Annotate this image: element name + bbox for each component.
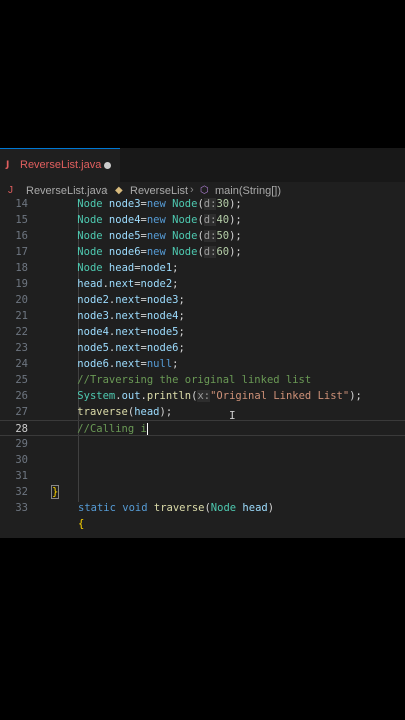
line-text: node5.next=node6; bbox=[77, 342, 185, 354]
line-number: 31 bbox=[15, 470, 28, 482]
code-line: 32 } bbox=[0, 484, 405, 500]
line-number: 17 bbox=[15, 246, 28, 258]
line-text: { bbox=[78, 518, 85, 530]
chevron-right-icon: › bbox=[190, 184, 194, 196]
line-text: traverse(head); bbox=[77, 406, 173, 418]
line-number: 21 bbox=[15, 310, 28, 322]
line-text: node4.next=node5; bbox=[77, 326, 185, 338]
line-text: Node head=node1; bbox=[77, 262, 179, 274]
line-number: 20 bbox=[15, 294, 28, 306]
line-text: static void traverse(Node head) bbox=[78, 502, 275, 514]
code-line: 16 Node node5=new Node(d:50); bbox=[0, 228, 405, 244]
method-icon: ⬡ bbox=[200, 185, 209, 196]
code-line: 19 head.next=node2; bbox=[0, 276, 405, 292]
code-line: 25 //Traversing the original linked list bbox=[0, 372, 405, 388]
code-line: 31 bbox=[0, 468, 405, 484]
tab-reverselist-java[interactable]: J ReverseList.java bbox=[0, 148, 120, 182]
line-text: Node node5=new Node(d:50); bbox=[77, 230, 242, 242]
line-text: Node node3=new Node(d:30); bbox=[77, 198, 242, 210]
line-text: //Traversing the original linked list bbox=[77, 374, 312, 386]
code-area[interactable]: 14 Node node3=new Node(d:30); 15 Node no… bbox=[0, 198, 405, 538]
line-number: 28 bbox=[15, 423, 28, 435]
tab-label: ReverseList.java bbox=[20, 159, 102, 171]
line-text: //Calling i bbox=[77, 423, 148, 435]
line-number: 33 bbox=[15, 502, 28, 514]
code-line: 18 Node head=node1; bbox=[0, 260, 405, 276]
line-number: 25 bbox=[15, 374, 28, 386]
line-number: 29 bbox=[15, 438, 28, 450]
code-line: 15 Node node4=new Node(d:40); bbox=[0, 212, 405, 228]
code-line: 33 static void traverse(Node head) bbox=[0, 500, 405, 516]
line-text: } bbox=[50, 485, 60, 499]
java-file-icon: J bbox=[6, 160, 10, 170]
line-number: 16 bbox=[15, 230, 28, 242]
java-file-icon: J bbox=[8, 185, 13, 196]
line-number: 22 bbox=[15, 326, 28, 338]
code-line: 23 node5.next=node6; bbox=[0, 340, 405, 356]
code-line-current: 28 //Calling i bbox=[0, 420, 405, 436]
line-number: 23 bbox=[15, 342, 28, 354]
text-cursor bbox=[146, 423, 148, 435]
code-line: 26 System.out.println(x:"Original Linked… bbox=[0, 388, 405, 404]
line-text: node3.next=node4; bbox=[77, 310, 185, 322]
code-line: 17 Node node6=new Node(d:60); bbox=[0, 244, 405, 260]
line-number: 26 bbox=[15, 390, 28, 402]
line-text: System.out.println(x:"Original Linked Li… bbox=[77, 390, 362, 402]
line-text: node2.next=node3; bbox=[77, 294, 185, 306]
tab-bar: J ReverseList.java bbox=[0, 148, 405, 182]
code-line: 29 bbox=[0, 436, 405, 452]
line-number: 18 bbox=[15, 262, 28, 274]
code-line: 14 Node node3=new Node(d:30); bbox=[0, 196, 405, 212]
code-line: 30 bbox=[0, 452, 405, 468]
code-line: 24 node6.next=null; bbox=[0, 356, 405, 372]
line-number: 30 bbox=[15, 454, 28, 466]
code-editor: J ReverseList.java ReverseList.java J › … bbox=[0, 148, 405, 538]
code-line: 27 traverse(head); bbox=[0, 404, 405, 420]
code-line: 22 node4.next=node5; bbox=[0, 324, 405, 340]
line-text: Node node4=new Node(d:40); bbox=[77, 214, 242, 226]
mouse-ibeam-icon: I bbox=[229, 409, 236, 422]
line-number: 15 bbox=[15, 214, 28, 226]
line-number: 14 bbox=[15, 198, 28, 210]
unsaved-dot-icon[interactable] bbox=[104, 162, 111, 169]
line-number: 24 bbox=[15, 358, 28, 370]
class-icon: ◆ bbox=[115, 185, 123, 196]
line-text: head.next=node2; bbox=[77, 278, 179, 290]
line-number: 27 bbox=[15, 406, 28, 418]
line-number: 19 bbox=[15, 278, 28, 290]
code-line: 20 node2.next=node3; bbox=[0, 292, 405, 308]
line-number: 32 bbox=[15, 486, 28, 498]
line-text: node6.next=null; bbox=[77, 358, 179, 370]
chevron-right-icon: › bbox=[104, 184, 108, 196]
line-text: Node node6=new Node(d:60); bbox=[77, 246, 242, 258]
code-line: { bbox=[0, 516, 405, 532]
code-line: 21 node3.next=node4; bbox=[0, 308, 405, 324]
